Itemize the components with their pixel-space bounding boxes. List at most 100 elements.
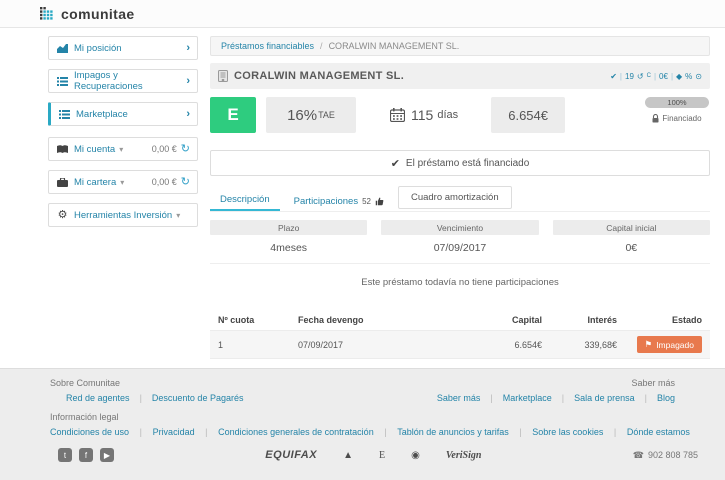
loan-summary: Plazo 4meses Vencimiento 07/09/2017 Capi…: [210, 220, 710, 263]
footer-bottom-row: t f ▶ EQUIFAX ▲ E ◉ VeriSign ☎ 902 808 7…: [50, 448, 700, 462]
clock-icon: ↺: [637, 72, 644, 81]
check-icon: ✔: [391, 157, 400, 170]
footer-legal-links: Condiciones de uso Privacidad Condicione…: [50, 427, 690, 437]
summary-value: 0€: [553, 235, 710, 263]
tab-descripcion[interactable]: Descripción: [210, 189, 280, 211]
footer-link-sala-de-prensa[interactable]: Sala de prensa: [564, 393, 645, 403]
footer-phone: ☎ 902 808 785: [633, 450, 700, 461]
sidebar-item-impagos[interactable]: Impagos y Recuperaciones ›: [48, 69, 198, 93]
breadcrumb-divider: /: [320, 41, 323, 51]
progress-bar: 100%: [645, 97, 709, 108]
footer-link-marketplace[interactable]: Marketplace: [493, 393, 562, 403]
breadcrumb-link-prestamos[interactable]: Préstamos financiables: [221, 41, 314, 51]
list-icon: [58, 110, 71, 119]
sidebar-item-mi-cartera[interactable]: Mi cartera ▾ 0,00 € ↻: [48, 170, 198, 194]
col-estado: Estado: [625, 310, 710, 331]
tae-value: 16%: [287, 107, 317, 124]
asnef-logo: ▲: [343, 450, 353, 461]
tab-participaciones[interactable]: Participaciones 52: [284, 191, 394, 211]
summary-header: Vencimiento: [381, 220, 538, 235]
funded-label: Financiado: [662, 114, 701, 123]
footer-link-sobre-cookies[interactable]: Sobre las cookies: [532, 427, 603, 437]
sidebar-item-mi-posicion[interactable]: Mi posición ›: [48, 36, 198, 60]
sidebar-item-mi-cuenta[interactable]: Mi cuenta ▾ 0,00 € ↻: [48, 137, 198, 161]
equifax-logo: EQUIFAX: [265, 449, 317, 461]
social-icons: t f ▶: [58, 448, 114, 462]
funding-progress: 100% Financiado: [644, 97, 710, 123]
facebook-icon[interactable]: f: [79, 448, 93, 462]
footer-legal-title: Información legal: [50, 412, 700, 422]
check-icon: ✔: [610, 72, 617, 81]
summary-vencimiento: Vencimiento 07/09/2017: [381, 220, 538, 263]
summary-capital-inicial: Capital inicial 0€: [553, 220, 710, 263]
no-participations-message: Este préstamo todavía no tiene participa…: [210, 264, 710, 310]
sidebar-item-label: Marketplace: [76, 109, 128, 120]
chevron-right-icon: ›: [186, 43, 190, 54]
book-icon: [56, 145, 69, 154]
footer-about-title: Sobre Comunitae: [50, 378, 253, 388]
footer-link-tablon-anuncios[interactable]: Tablón de anuncios y tarifas: [397, 427, 509, 437]
footer-link-blog[interactable]: Blog: [647, 393, 675, 403]
logo-text: comunitae: [61, 6, 135, 22]
footer-link-privacidad[interactable]: Privacidad: [153, 427, 195, 437]
sidebar-item-label: Mi cuenta: [74, 144, 115, 155]
term-value: 115: [411, 107, 433, 123]
twitter-icon[interactable]: t: [58, 448, 72, 462]
summary-value: 07/09/2017: [381, 235, 538, 263]
info-icon[interactable]: ⊙: [695, 72, 702, 81]
separator: [519, 427, 521, 437]
footer-more: Saber más Saber más Marketplace Sala de …: [421, 378, 700, 403]
footer-link-saber-mas[interactable]: Saber más: [421, 393, 491, 403]
term-days: 115 días: [390, 97, 458, 133]
separator: [140, 427, 142, 437]
main-panel: Préstamos financiables / CORALWIN MANAGE…: [210, 36, 710, 368]
status-message: El préstamo está financiado: [406, 158, 529, 169]
loan-status-box: ✔ El préstamo está financiado: [210, 150, 710, 176]
sidebar-item-label: Mi posición: [74, 43, 122, 54]
comunitae-logo[interactable]: comunitae: [40, 6, 135, 22]
partner-logos: EQUIFAX ▲ E ◉ VeriSign: [114, 449, 633, 461]
loan-title: CORALWIN MANAGEMENT SL.: [234, 70, 404, 82]
cell-num: 1: [210, 331, 290, 359]
refresh-icon[interactable]: ↻: [181, 144, 190, 155]
gear-icon: ⚙: [56, 210, 69, 221]
footer-link-red-de-agentes[interactable]: Red de agentes: [50, 393, 140, 403]
footer-link-condiciones-contratacion[interactable]: Condiciones generales de contratación: [218, 427, 374, 437]
col-fecha-devengo: Fecha devengo: [290, 310, 460, 331]
col-interes: Interés: [550, 310, 625, 331]
calendar-icon: [390, 108, 405, 122]
funded-label-row: Financiado: [652, 114, 701, 123]
refresh-icon[interactable]: ↻: [181, 177, 190, 188]
table-header-row: Nº cuota Fecha devengo Capital Interés E…: [210, 310, 710, 331]
separator: [205, 427, 207, 437]
footer-link-condiciones-uso[interactable]: Condiciones de uso: [50, 427, 129, 437]
summary-header: Capital inicial: [553, 220, 710, 235]
comunitae-logo-icon: [40, 7, 56, 20]
sidebar-item-herramientas[interactable]: ⚙ Herramientas Inversión ▾: [48, 203, 198, 227]
term-unit: días: [437, 109, 458, 121]
sidebar-item-marketplace[interactable]: Marketplace ›: [48, 102, 198, 126]
footer-link-descuento-pagares[interactable]: Descuento de Pagarés: [142, 393, 254, 403]
participations-count: 52: [362, 197, 371, 206]
list-icon: [56, 77, 69, 86]
partner-seal-logo: ◉: [411, 450, 420, 461]
partner-e-logo: E: [379, 450, 385, 461]
footer-link-donde-estamos[interactable]: Dónde estamos: [627, 427, 690, 437]
tab-cuadro-amortizacion[interactable]: Cuadro amortización: [398, 186, 512, 209]
loan-meta-badges: ✔ | 19 ↺ C | 0€ | ◆ % ⊙: [610, 72, 702, 81]
loan-amount: 6.654€: [491, 97, 565, 133]
youtube-icon[interactable]: ▶: [100, 448, 114, 462]
top-bar: comunitae: [0, 0, 725, 28]
page: comunitae Mi posición › Impagos y Recupe…: [0, 0, 725, 480]
investors-count: 19: [625, 72, 634, 81]
chart-icon: [56, 44, 69, 53]
phone-icon: ☎: [633, 450, 644, 461]
cell-capital: 6.654€: [460, 331, 550, 359]
status-badge-impagado: ⚑ Impagado: [637, 336, 702, 353]
chevron-right-icon: ›: [186, 76, 190, 87]
lock-icon: [652, 114, 659, 123]
percent-label: %: [685, 72, 692, 81]
amortization-table: Nº cuota Fecha devengo Capital Interés E…: [210, 310, 710, 359]
flag-icon: ⚑: [645, 339, 653, 350]
col-capital: Capital: [460, 310, 550, 331]
